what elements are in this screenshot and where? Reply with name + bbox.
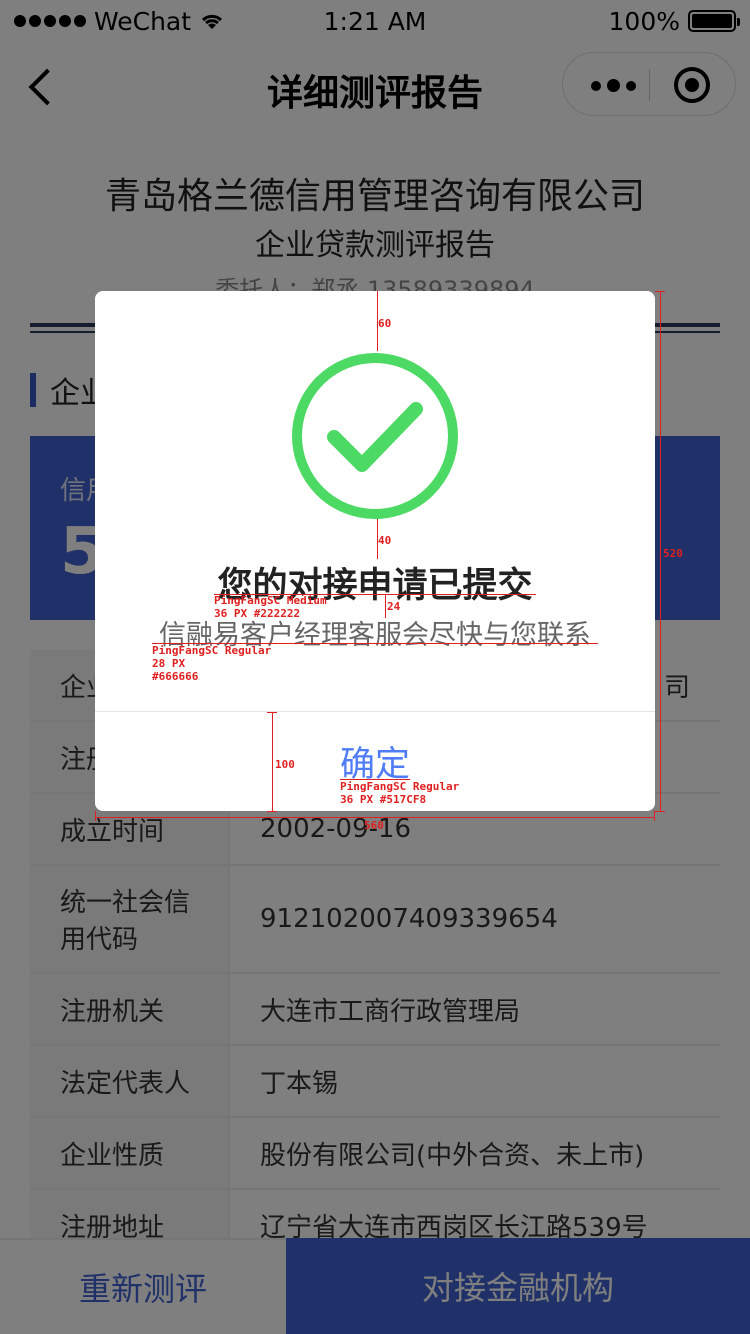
modal-title: 您的对接申请已提交	[217, 566, 533, 606]
button-height-line	[272, 712, 273, 812]
title-size-spec: 36 PX #222222	[214, 607, 301, 620]
title-gap-label: 24	[387, 600, 401, 613]
button-height-tick-bottom	[267, 811, 277, 812]
top-gap-label: 60	[378, 317, 392, 330]
button-height-label: 100	[275, 758, 295, 771]
modal-width-label: 560	[364, 819, 384, 832]
modal-height-tick-bottom	[655, 811, 665, 812]
title-font-spec: PingFangSC Medium	[214, 594, 327, 607]
icon-gap-label: 40	[378, 534, 392, 547]
desc-color-spec: #666666	[152, 670, 199, 683]
modal-width-tick-left	[95, 811, 96, 821]
button-size-spec: 36 PX #517CF8	[340, 793, 427, 806]
modal-width-line	[95, 817, 655, 818]
check-circle-icon	[292, 353, 458, 519]
title-gap-line	[385, 594, 386, 618]
modal-height-line	[660, 291, 661, 811]
success-modal: 您的对接申请已提交 信融易客户经理客服会尽快与您联系 确定	[95, 291, 655, 811]
modal-height-label: 520	[663, 547, 683, 560]
button-font-spec: PingFangSC Regular	[340, 780, 460, 793]
desc-font-spec: PingFangSC Regular	[152, 644, 272, 657]
desc-size-spec: 28 PX	[152, 657, 186, 670]
modal-width-tick-right	[654, 811, 655, 821]
